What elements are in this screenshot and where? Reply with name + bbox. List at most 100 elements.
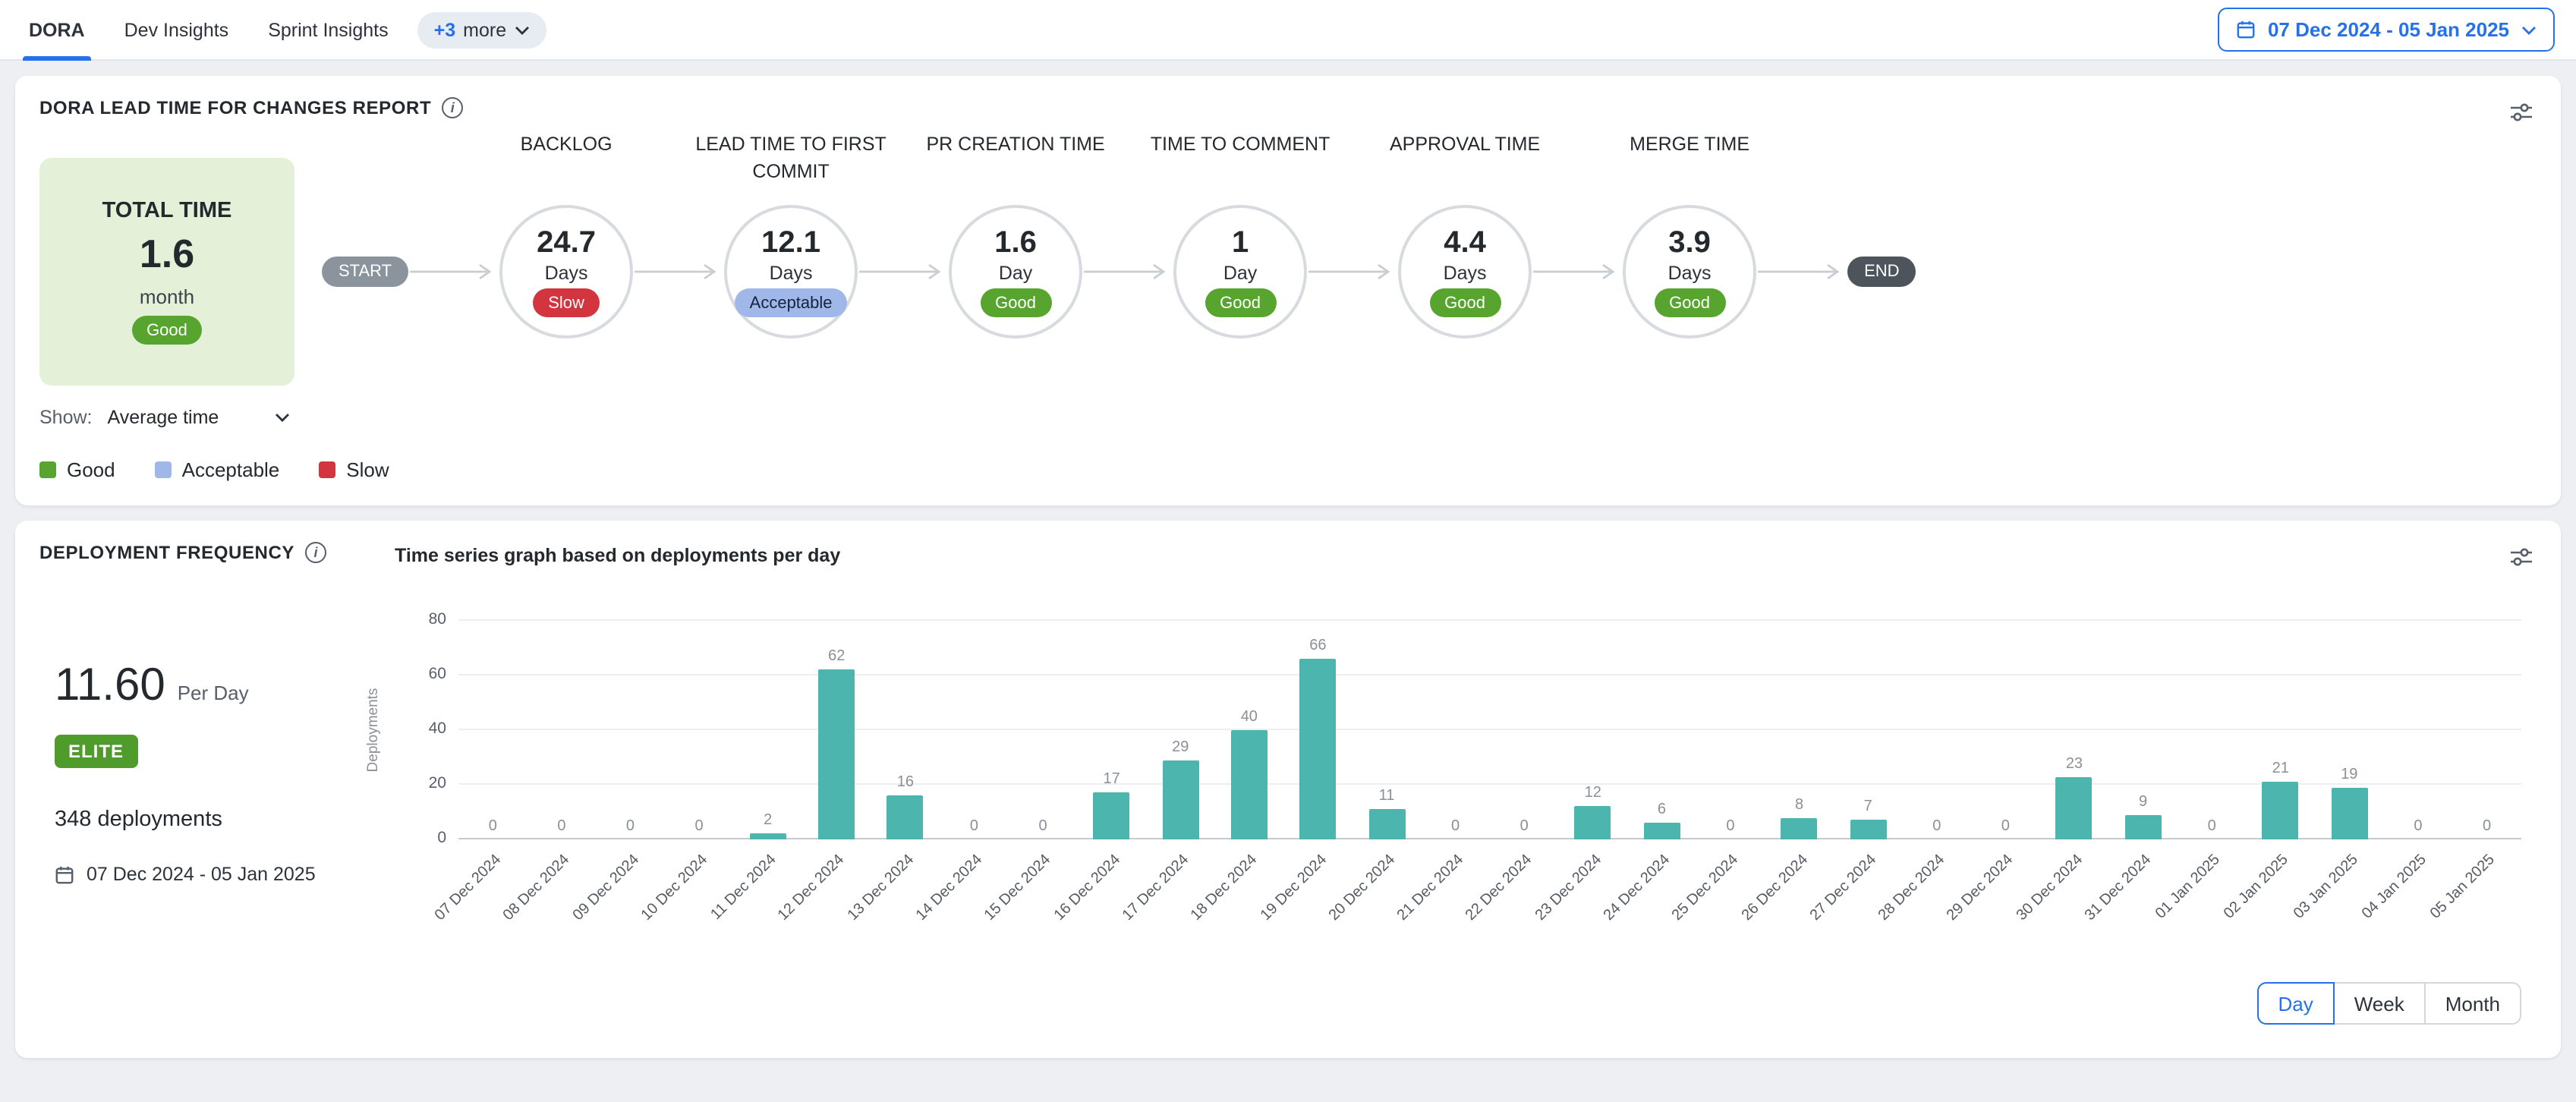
x-tick-label: 05 Jan 2025 (2428, 852, 2499, 922)
bar-value-label: 0 (2001, 818, 2010, 835)
tab-sprint-insights[interactable]: Sprint Insights (248, 0, 408, 60)
legend-swatch (155, 461, 172, 478)
bar-value-label: 6 (1658, 801, 1666, 818)
chart-bar (1299, 659, 1336, 839)
top-navigation-bar: DORADev InsightsSprint Insights +3 more … (0, 0, 2576, 61)
tab-dev-insights[interactable]: Dev Insights (105, 0, 249, 60)
x-tick-label: 27 Dec 2024 (1807, 852, 1880, 924)
lead-time-card: DORA LEAD TIME FOR CHANGES REPORT i TOTA… (15, 76, 2561, 505)
tabs: DORADev InsightsSprint Insights (9, 0, 408, 60)
flow-end-pill: END (1847, 257, 1916, 287)
granularity-week-button[interactable]: Week (2333, 982, 2426, 1025)
stage-status-badge: Slow (533, 288, 600, 317)
tier-badge: ELITE (55, 735, 137, 768)
more-tabs-chip[interactable]: +3 more (417, 11, 546, 48)
chevron-down-icon (275, 413, 290, 422)
lead-time-flow: TOTAL TIME 1.6 month Good START BACKLOG … (39, 158, 2537, 386)
flow-arrow (408, 263, 499, 281)
deployment-card-title: DEPLOYMENT FREQUENCY (39, 542, 294, 563)
stage-value: 24.7 (537, 226, 596, 261)
deployment-date-range-text: 07 Dec 2024 - 05 Jan 2025 (87, 864, 316, 885)
settings-sliders-icon[interactable] (2506, 542, 2537, 572)
chart-bar (818, 670, 855, 839)
chart-bar (2056, 776, 2093, 839)
bar-value-label: 0 (557, 818, 565, 835)
chart-subtitle: Time series graph based on deployments p… (395, 545, 840, 566)
chart-column: 0 08 Dec 2024 (527, 621, 597, 839)
x-tick-label: 21 Dec 2024 (1394, 852, 1467, 924)
bar-value-label: 0 (970, 818, 978, 835)
x-tick-label: 10 Dec 2024 (638, 852, 711, 924)
stage-label: MERGE TIME (1570, 131, 1809, 158)
stage-circle: 4.4 Days Good (1398, 205, 1532, 338)
chart-bar (1781, 817, 1818, 839)
x-tick-label: 14 Dec 2024 (913, 852, 986, 924)
bar-value-label: 19 (2341, 767, 2357, 783)
bar-value-label: 62 (828, 649, 845, 666)
flow-arrow (1307, 263, 1398, 281)
chart-bar (2331, 788, 2367, 839)
stage-value: 4.4 (1444, 226, 1486, 261)
stage-circle: 1.6 Day Good (949, 205, 1082, 338)
total-deployments: 348 deployments (55, 808, 316, 832)
legend-label: Acceptable (182, 458, 280, 481)
flow-row: START BACKLOG 24.7 Days Slow LEAD TIME T… (322, 205, 1916, 338)
flow-stage-pr-creation-time: PR CREATION TIME 1.6 Day Good (949, 205, 1082, 338)
bar-value-label: 17 (1104, 772, 1120, 789)
rate-value: 11.60 (55, 660, 165, 712)
calendar-icon (2236, 20, 2256, 39)
bar-value-label: 21 (2272, 760, 2289, 777)
chart-bar (1575, 807, 1611, 839)
total-time-box: TOTAL TIME 1.6 month Good (39, 158, 294, 386)
stage-circle: 3.9 Days Good (1623, 205, 1756, 338)
granularity-month-button[interactable]: Month (2424, 982, 2521, 1025)
bar-value-label: 0 (2208, 818, 2216, 835)
chart-column: 2 11 Dec 2024 (733, 621, 802, 839)
chart-bar (1643, 823, 1680, 839)
chart-column: 16 13 Dec 2024 (871, 621, 940, 839)
chevron-down-icon (514, 25, 529, 34)
chart-column: 9 31 Dec 2024 (2108, 621, 2178, 839)
tab-dora[interactable]: DORA (9, 0, 105, 60)
x-tick-label: 31 Dec 2024 (2082, 852, 2155, 924)
rate-unit: Per Day (178, 682, 249, 704)
chart-bar (2125, 815, 2162, 839)
show-average-dropdown[interactable]: Average time (108, 407, 290, 428)
deployment-frequency-card: DEPLOYMENT FREQUENCY i Time series graph… (15, 521, 2561, 1058)
flow-arrow (1532, 263, 1623, 281)
chart-bar (1231, 730, 1268, 839)
chart-column: 0 10 Dec 2024 (665, 621, 734, 839)
bar-value-label: 0 (695, 818, 704, 835)
granularity-day-button[interactable]: Day (2256, 982, 2334, 1025)
chart-column: 0 22 Dec 2024 (1490, 621, 1559, 839)
info-icon[interactable]: i (305, 542, 326, 563)
chart-column: 23 30 Dec 2024 (2040, 621, 2109, 839)
date-range-picker[interactable]: 07 Dec 2024 - 05 Jan 2025 (2218, 8, 2555, 52)
deployment-date-range: 07 Dec 2024 - 05 Jan 2025 (55, 864, 316, 885)
bar-value-label: 2 (764, 813, 772, 830)
settings-sliders-icon[interactable] (2506, 97, 2537, 128)
total-time-unit: month (140, 285, 194, 308)
chart-column: 8 26 Dec 2024 (1765, 621, 1834, 839)
x-tick-label: 16 Dec 2024 (1050, 852, 1123, 924)
legend-item-slow: Slow (319, 458, 389, 481)
chart-bar (1850, 820, 1886, 839)
chart-column: 0 07 Dec 2024 (458, 621, 527, 839)
granularity-toggle: DayWeekMonth (2256, 982, 2521, 1025)
stage-value: 3.9 (1668, 226, 1711, 261)
bar-value-label: 8 (1795, 796, 1803, 813)
bar-value-label: 40 (1241, 709, 1258, 726)
bar-value-label: 0 (1038, 818, 1047, 835)
total-time-label: TOTAL TIME (102, 199, 232, 223)
stage-status-badge: Acceptable (735, 288, 848, 317)
info-icon[interactable]: i (442, 97, 463, 118)
date-range-text: 07 Dec 2024 - 05 Jan 2025 (2268, 18, 2509, 41)
x-tick-label: 19 Dec 2024 (1257, 852, 1330, 924)
chart-column: 0 21 Dec 2024 (1421, 621, 1490, 839)
flow-arrow (1756, 263, 1847, 281)
flow-start-pill: START (322, 257, 408, 287)
show-selected-value: Average time (108, 407, 219, 428)
chart-column: 0 29 Dec 2024 (1971, 621, 2040, 839)
chart-column: 0 14 Dec 2024 (940, 621, 1009, 839)
x-tick-label: 17 Dec 2024 (1120, 852, 1192, 924)
